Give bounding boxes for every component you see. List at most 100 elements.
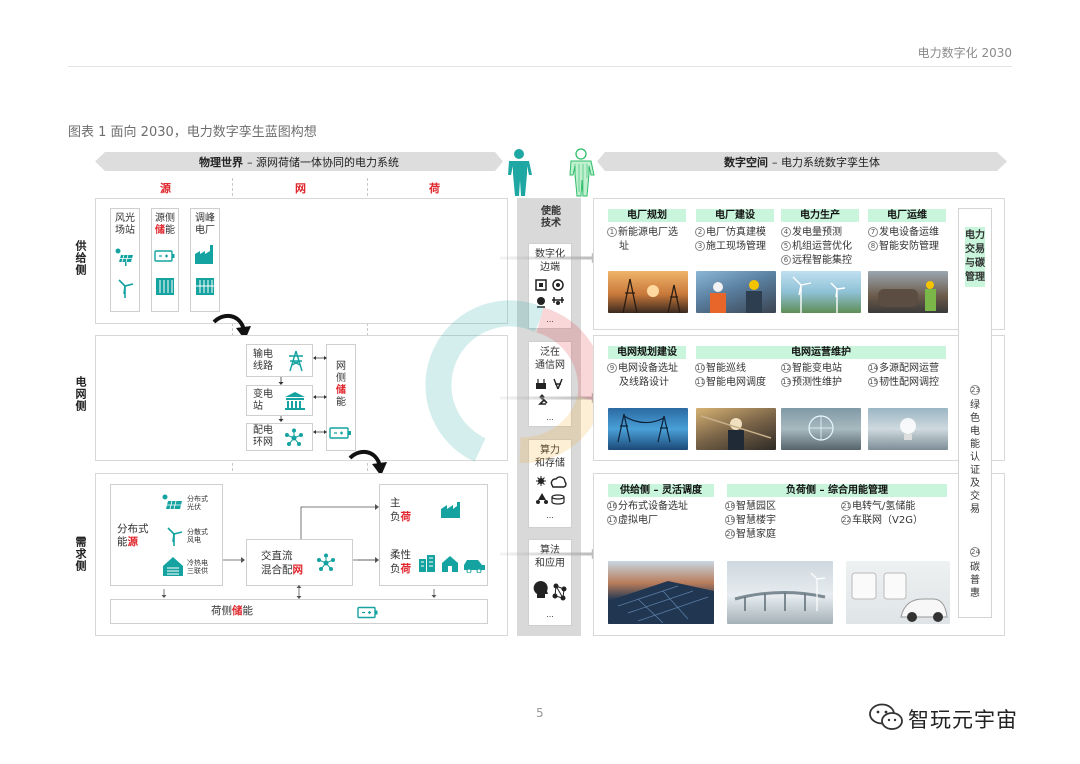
dist-wind-line2: 风电 [187,536,201,545]
item-number: 5 [781,241,791,251]
row-label-grid: 电网侧 [74,376,87,412]
item-24-text: 碳普惠 [970,562,980,599]
source-storage-line1: 源侧 [155,213,175,224]
item-text: 车联网（V2G） [852,515,923,526]
network-node-icon [285,428,303,446]
item-8: 8 智能安防管理 [868,240,939,254]
distributed-wind-icon [167,527,183,546]
head-grid-planning: 电网规划建设 [608,346,686,359]
item-number: 22 [841,515,851,525]
flex-load-line1: 柔性 [390,549,411,561]
head-grid-operations: 电网运营维护 [696,346,946,359]
item-23-block: 23 绿色电能认证及交易 [966,378,984,516]
load-box: 主 负荷 柔性 负荷 [379,484,488,586]
row-label-demand: 需求侧 [74,536,87,572]
grid-storage-line4: 能 [336,397,346,408]
grid-battery-icon [329,427,351,439]
wind-solar-line1: 风光 [115,213,135,224]
trading-carbon-title: 电力交易与碳管理 [965,227,985,287]
photo-sunset-pylons [608,271,688,313]
cchp-house-icon [163,557,183,576]
distributed-line1: 分布式 [117,523,149,535]
item-12: 12智能变电站 [781,362,842,376]
peak-plant-line1: 调峰 [195,213,215,224]
transmission-line1: 输电 [253,349,273,360]
item-text: 智能变电站 [792,363,842,374]
dist-pv-line2: 光伏 [187,503,201,512]
factory-icon [441,502,460,518]
grid-storage-line2: 侧 [336,373,346,384]
load-side-storage-box: 荷侧储能 [110,599,488,624]
battery-icon [154,250,175,262]
wind-turbine-icon [118,279,134,298]
item-4: 4 发电量预测 [781,226,852,240]
distributed-energy-box: 分布式 能源 分布式 光伏 分散式 风电 冷热电 三联供 [110,484,223,586]
dist-cchp-line2: 三联供 [187,567,208,576]
item-number: 17 [607,515,617,525]
item-text: 远程智能集控 [792,255,852,266]
head-supply-flexible: 供给侧 – 灵活调度 [608,484,714,497]
storage-building-icon [156,278,174,295]
item-17: 17虚拟电厂 [607,514,688,528]
flex-load-red: 荷 [400,562,412,575]
item-text: 韧性配网调控 [879,377,939,388]
main-load-line1: 主 [390,497,401,509]
substation-icon [285,392,305,410]
item-24-block: 24 碳普惠 [966,540,984,600]
grid-col-4: 14多源配网运营 15韧性配网调控 [868,362,939,390]
banner-right-text: – 电力系统数字孪生体 [772,155,880,169]
item-19: 19智慧楼宇 [725,514,776,528]
distributed-red: 源 [127,536,139,549]
item-13: 13预测性维护 [781,376,842,390]
load-storage-red: 储 [232,605,243,617]
item-9: 9 电网设备选址 [607,362,678,376]
physical-person-icon [508,149,532,196]
item-text: 机组运营优化 [792,241,852,252]
banner-left-text: – 源网荷储一体协同的电力系统 [247,155,399,169]
head-plant-ops: 电厂运维 [868,209,946,222]
brain-network-icons [533,581,567,601]
header-divider [68,66,1012,67]
photo-smart-park [727,561,833,624]
demand-col-1: 16分布式设备选址 17虚拟电厂 [607,500,688,528]
head-power-production: 电力生产 [781,209,859,222]
photo-plant-maintenance [868,271,948,313]
item-text: 施工现场管理 [706,241,766,252]
load-storage-a: 荷侧 [211,605,232,617]
document-header-title: 电力数字化 2030 [917,46,1012,60]
distributed-solar-icon [162,494,182,510]
item-text: 电厂仿真建模 [706,227,766,238]
substation-line2: 站 [253,401,263,412]
item-text: 电网设备选址 [618,363,678,374]
watermark-account-name: 智玩元宇宙 [908,708,1018,732]
item-number: 11 [695,377,705,387]
item-5: 5 机组运营优化 [781,240,852,254]
distribution-line1: 配电 [253,425,273,436]
distributed-line2a: 能 [117,536,128,549]
enabler4-line2: 和应用 [535,557,565,569]
enabler3-ellipsis: ... [546,510,554,520]
item-18: 18智慧园区 [725,500,776,514]
demand-col-2: 18智慧园区 19智慧楼宇 20智慧家庭 [725,500,776,542]
item-11: 11智能电网调度 [695,376,766,390]
item-text: 智能巡线 [706,363,746,374]
item-20: 20智慧家庭 [725,528,776,542]
item-21: 21电转气/氢储能 [841,500,923,514]
wind-solar-line2: 场站 [115,225,135,236]
item-number: 24 [970,547,980,557]
plant-building-icon [196,278,214,295]
item-1: 1 新能源电厂选 [607,226,678,240]
grid-col-3: 12智能变电站 13预测性维护 [781,362,842,390]
transmission-line2: 线路 [253,361,273,372]
column-label-load: 荷 [429,182,440,195]
item-text: 新能源电厂选 [618,227,678,238]
banner-left-bold: 物理世界 [199,155,243,169]
column-label-source: 源 [160,182,171,195]
head-plant-planning: 电厂规划 [608,209,686,222]
power-plant-icon [195,245,213,264]
wind-solar-station-box: 风光 场站 [110,208,140,312]
column-label-grid: 网 [295,182,306,195]
item-14: 14多源配网运营 [868,362,939,376]
item-number: 13 [781,377,791,387]
photo-smart-bulb [868,408,948,450]
